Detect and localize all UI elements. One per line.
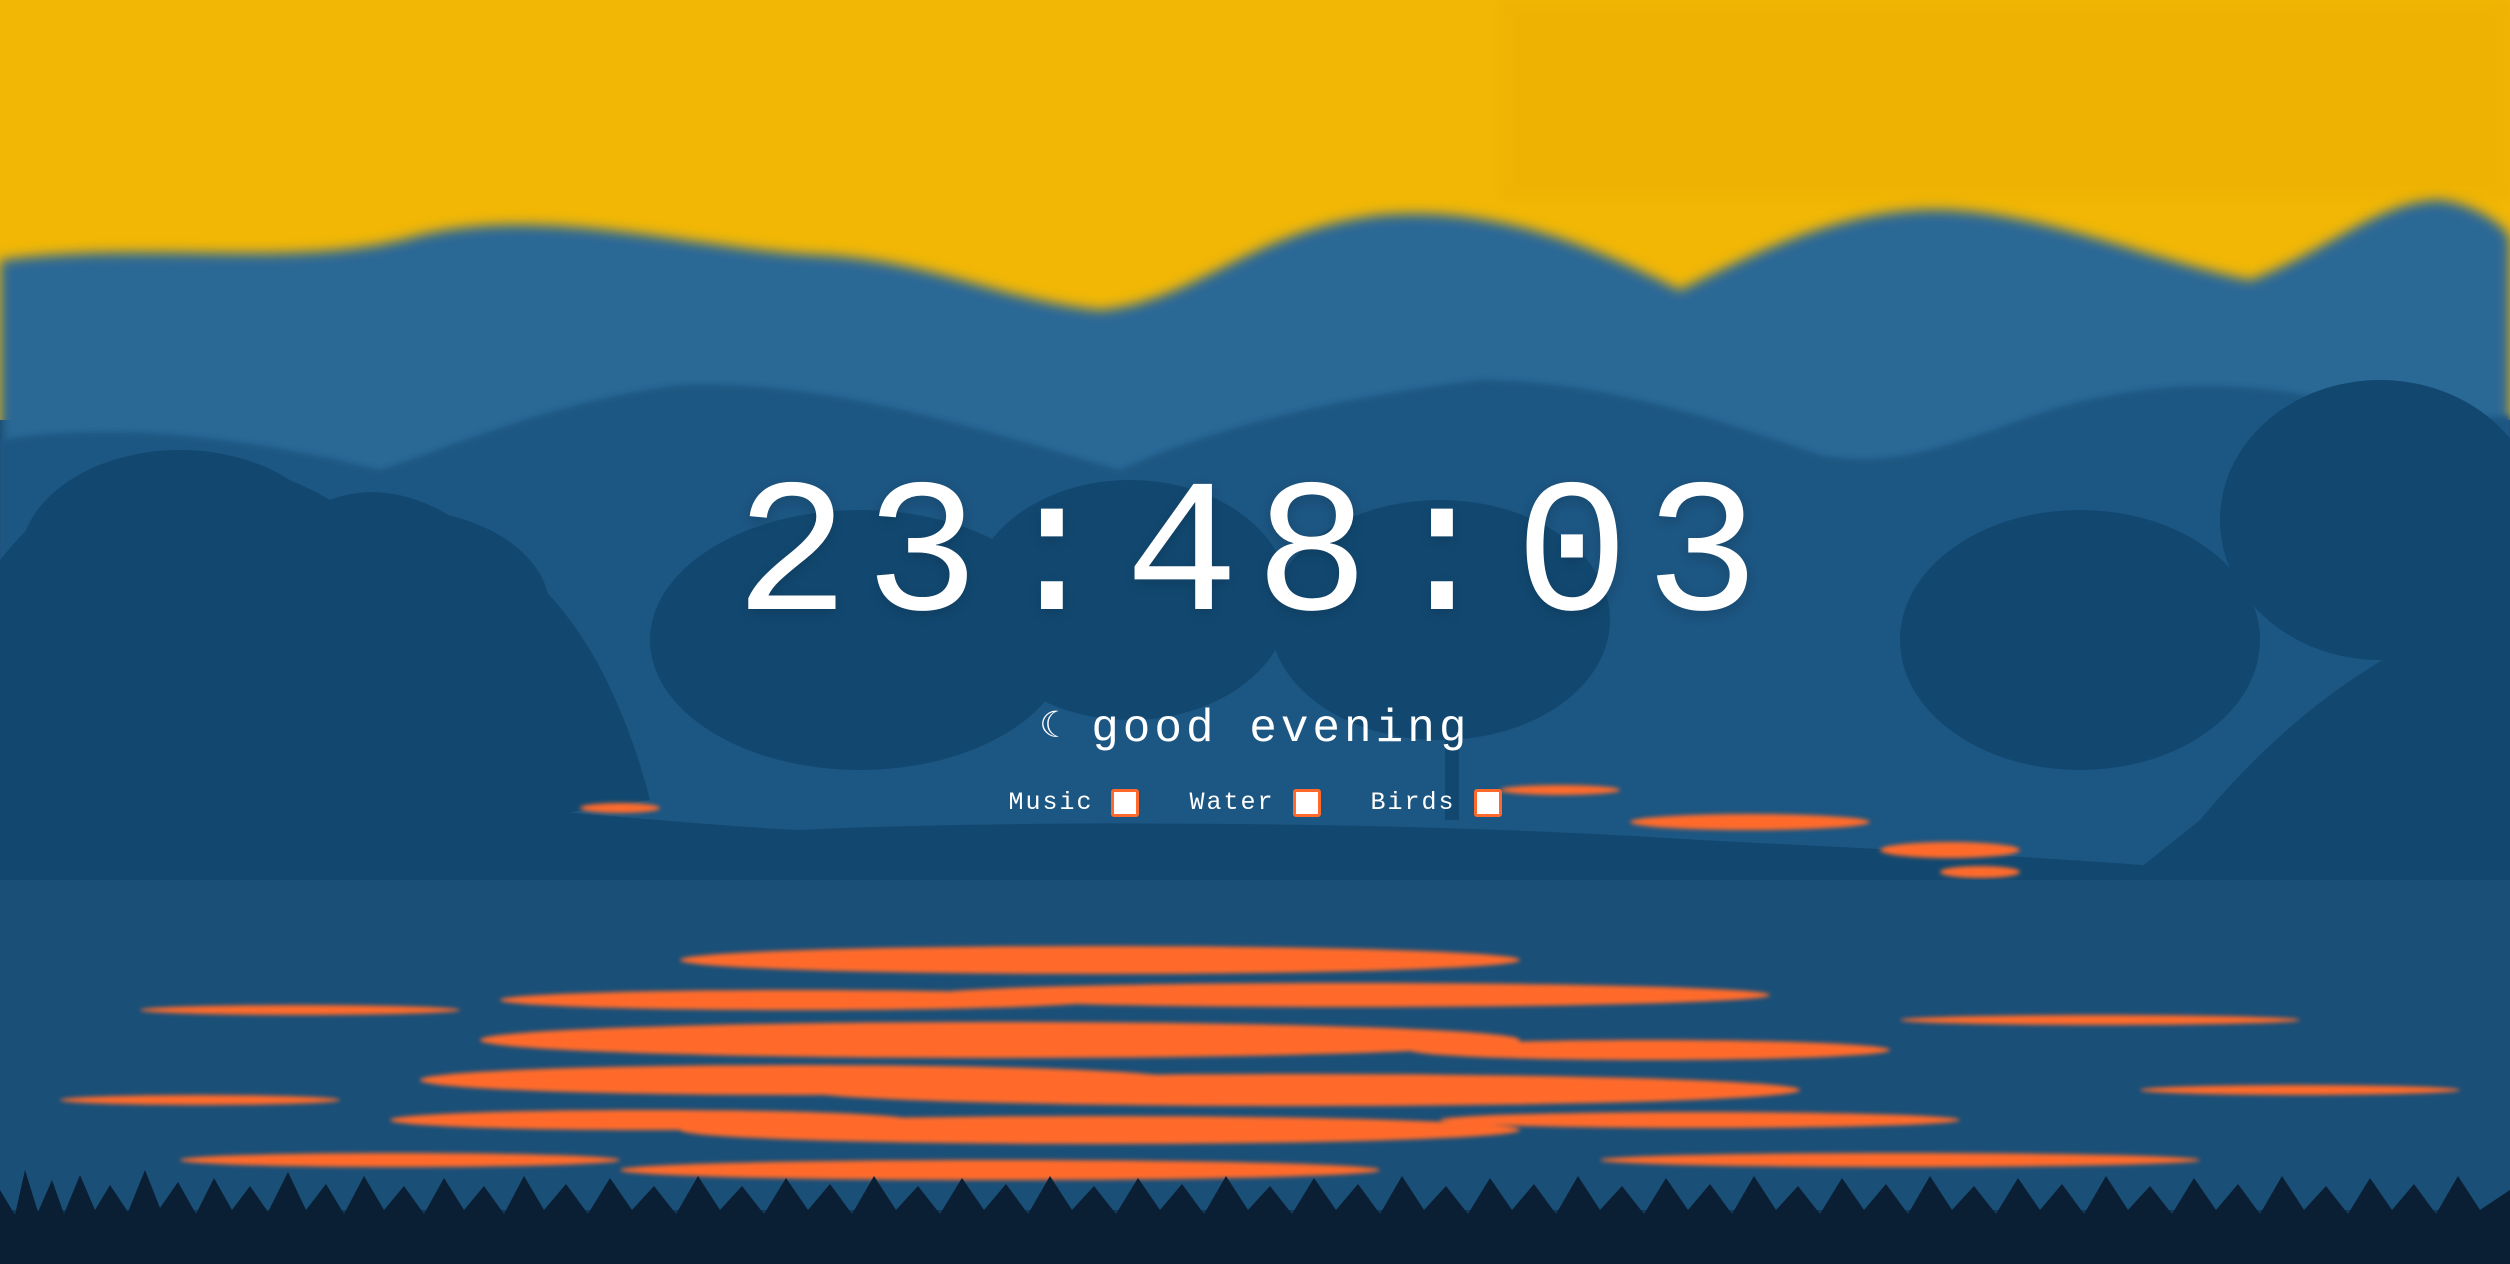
birds-checkbox[interactable] bbox=[1473, 788, 1502, 817]
greeting: ☾ good evening bbox=[0, 700, 2510, 757]
water-toggle[interactable]: Water bbox=[1189, 788, 1321, 817]
birds-toggle-label: Birds bbox=[1370, 788, 1456, 817]
birds-toggle[interactable]: Birds bbox=[1371, 788, 1502, 817]
water-toggle-label: Water bbox=[1189, 788, 1275, 817]
music-toggle[interactable]: Music bbox=[1008, 788, 1140, 817]
greeting-text: good evening bbox=[1091, 703, 1471, 755]
music-toggle-label: Music bbox=[1008, 788, 1094, 817]
digital-clock: 23:48:03 bbox=[734, 452, 1776, 667]
music-checkbox[interactable] bbox=[1111, 788, 1140, 817]
clock-overlay: 23:48:03 ☾ good evening Music Water Birds bbox=[0, 0, 2510, 1264]
water-checkbox[interactable] bbox=[1292, 788, 1321, 817]
moon-icon: ☾ bbox=[1039, 707, 1066, 748]
sound-toggles: Music Water Birds bbox=[0, 788, 2510, 817]
